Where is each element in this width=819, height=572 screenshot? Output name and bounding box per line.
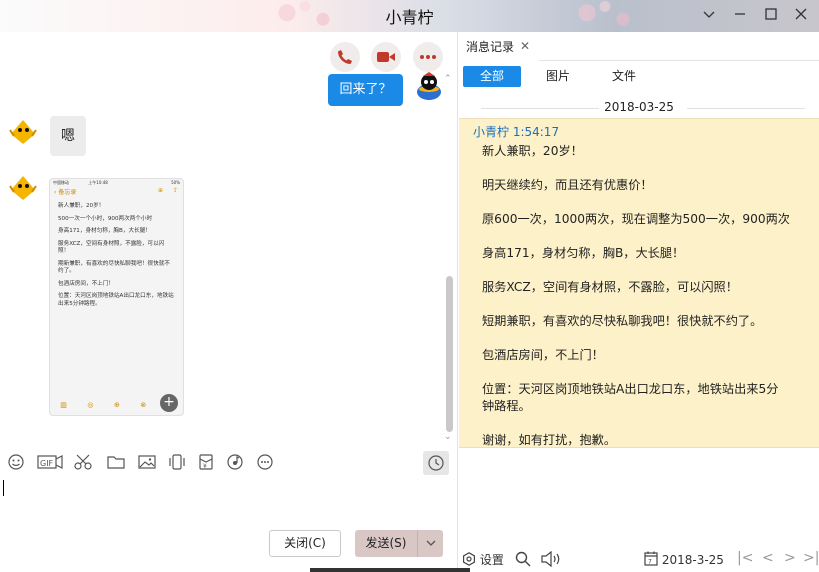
add-icon: ⊕	[114, 401, 120, 409]
back-chevron-icon: ‹	[54, 189, 57, 196]
shake-icon[interactable]	[168, 454, 186, 472]
notes-nav-bar: ‹ 备忘录 ⊕ ⇪	[50, 185, 183, 199]
my-avatar[interactable]	[414, 72, 444, 102]
note-line: 新人兼职，20岁！	[58, 203, 105, 209]
send-button[interactable]: 发送(S)	[355, 530, 417, 557]
gif-icon[interactable]: GIF	[37, 454, 63, 472]
history-message: 小青柠 1:54:17 新人兼职，20岁！ 明天继续约，而且还有优惠价！ 原60…	[459, 118, 819, 448]
history-line: 服务XCZ，空间有身材照，不露脸，可以闪照！	[482, 280, 738, 294]
note-line: 身高171，身材匀称，胸B，大长腿！	[58, 228, 151, 234]
share-person-icon: ⊕	[157, 187, 163, 194]
outgoing-message: 回来了？	[328, 74, 403, 106]
filter-all[interactable]: 全部	[463, 66, 521, 87]
divider	[539, 60, 819, 61]
video-call-icon[interactable]	[371, 42, 401, 72]
search-icon[interactable]	[515, 551, 531, 569]
history-line: 谢谢，如有打扰，抱歉。	[482, 433, 617, 447]
image-icon[interactable]	[138, 454, 156, 472]
settings-button[interactable]: 设置	[462, 551, 504, 569]
chevron-down-icon[interactable]	[697, 4, 721, 26]
history-panel: 消息记录 ✕ 全部 图片 文件 2018-03-25 小青柠 1:54:17 新…	[459, 32, 819, 572]
message-input[interactable]: 关闭(C) 发送(S)	[0, 480, 458, 572]
scroll-up-arrow[interactable]: ⌃	[444, 74, 452, 84]
window-bottom-edge	[0, 568, 819, 572]
note-content: 新人兼职，20岁！ 500一次一个小时，900两次两个小时 身高171，身材匀称…	[50, 199, 183, 308]
zoom-in-icon[interactable]: +	[160, 394, 178, 412]
history-line: 明天继续约，而且还有优惠价！	[482, 178, 653, 192]
svg-text:¥: ¥	[203, 463, 207, 470]
filter-images[interactable]: 图片	[535, 66, 581, 87]
scissors-icon[interactable]	[74, 454, 92, 472]
last-page-icon[interactable]: >|	[803, 550, 819, 566]
chat-scrollbar[interactable]	[446, 276, 453, 432]
draw-icon: ⊗	[140, 401, 147, 409]
folder-icon[interactable]	[107, 454, 125, 472]
red-packet-icon[interactable]: ¥	[199, 454, 213, 472]
settings-label: 设置	[479, 553, 504, 567]
note-line: 500一次一个小时，900两次两个小时	[58, 215, 153, 222]
close-window-button[interactable]	[789, 4, 813, 26]
contact-avatar[interactable]	[8, 172, 38, 202]
phone-icon[interactable]	[330, 42, 360, 72]
calendar-button[interactable]: 7 2018-3-25	[644, 551, 724, 569]
calendar-date: 2018-3-25	[661, 553, 724, 567]
close-icon[interactable]: ✕	[520, 39, 530, 53]
scroll-down-arrow[interactable]: ⌄	[444, 432, 452, 442]
chat-window: 小青柠 回来了？ ⌃ 嗯 中国移动 上午10:48 50% ‹ 备忘录 ⊕ ⇪ …	[0, 0, 819, 572]
history-line: 位置：天河区岗顶地铁站A出口龙口东，地铁站出来5分钟路程。	[482, 382, 779, 413]
text-caret	[3, 480, 4, 496]
prev-page-icon[interactable]: <	[762, 550, 774, 566]
chat-area: 回来了？ ⌃ 嗯 中国移动 上午10:48 50% ‹ 备忘录 ⊕ ⇪ 新人兼职…	[0, 32, 458, 446]
svg-text:7: 7	[648, 559, 652, 566]
speaker-icon[interactable]	[541, 550, 563, 569]
emoji-icon[interactable]	[8, 454, 24, 472]
note-line: 期新兼职，有喜欢的尽快私聊我吧！很快就不约了。	[58, 260, 170, 275]
clock-icon[interactable]	[423, 451, 449, 475]
send-options-chevron-icon[interactable]	[417, 530, 443, 557]
tab-label: 消息记录	[466, 40, 515, 54]
incoming-message: 嗯	[50, 116, 86, 156]
trash-icon: ▥	[60, 401, 67, 409]
more-icon[interactable]	[413, 42, 443, 72]
date-separator: 2018-03-25	[459, 100, 819, 116]
share-icon: ⇪	[172, 187, 178, 194]
minimize-button[interactable]	[728, 4, 752, 26]
music-icon[interactable]	[227, 454, 243, 472]
title-bar: 小青柠	[0, 0, 819, 32]
maximize-button[interactable]	[759, 4, 783, 26]
more-tools-icon[interactable]	[257, 454, 273, 472]
contact-avatar[interactable]	[8, 116, 38, 146]
filter-files[interactable]: 文件	[601, 66, 647, 87]
note-line: 包酒店房间，不上门！	[58, 280, 114, 287]
first-page-icon[interactable]: |<	[737, 550, 753, 566]
close-button[interactable]: 关闭(C)	[269, 530, 341, 557]
input-toolbar: GIF ¥	[0, 446, 458, 480]
check-icon: ◎	[87, 401, 94, 409]
history-line: 原600一次，1000两次，现在调整为500一次，900两次	[482, 212, 790, 226]
history-line: 新人兼职，20岁！	[482, 144, 583, 158]
svg-text:GIF: GIF	[40, 459, 54, 468]
history-line: 短期兼职，有喜欢的尽快私聊我吧！很快就不约了。	[482, 314, 763, 328]
image-message[interactable]: 中国移动 上午10:48 50% ‹ 备忘录 ⊕ ⇪ 新人兼职，20岁！ 500…	[49, 178, 184, 416]
note-line: 服务XCZ，空间有身材照，不露脸，可以闪照！	[58, 240, 165, 255]
history-line: 包酒店房间，不上门！	[482, 348, 604, 362]
sender-time: 小青柠 1:54:17	[473, 125, 560, 139]
note-line: 位置：天河区岗顶地铁站A出口龙口东，地铁站出来5分钟路程。	[58, 293, 174, 307]
next-page-icon[interactable]: >	[784, 550, 796, 566]
history-line: 身高171，身材匀称，胸B，大长腿！	[482, 246, 685, 260]
notes-back-label: 备忘录	[58, 189, 77, 196]
